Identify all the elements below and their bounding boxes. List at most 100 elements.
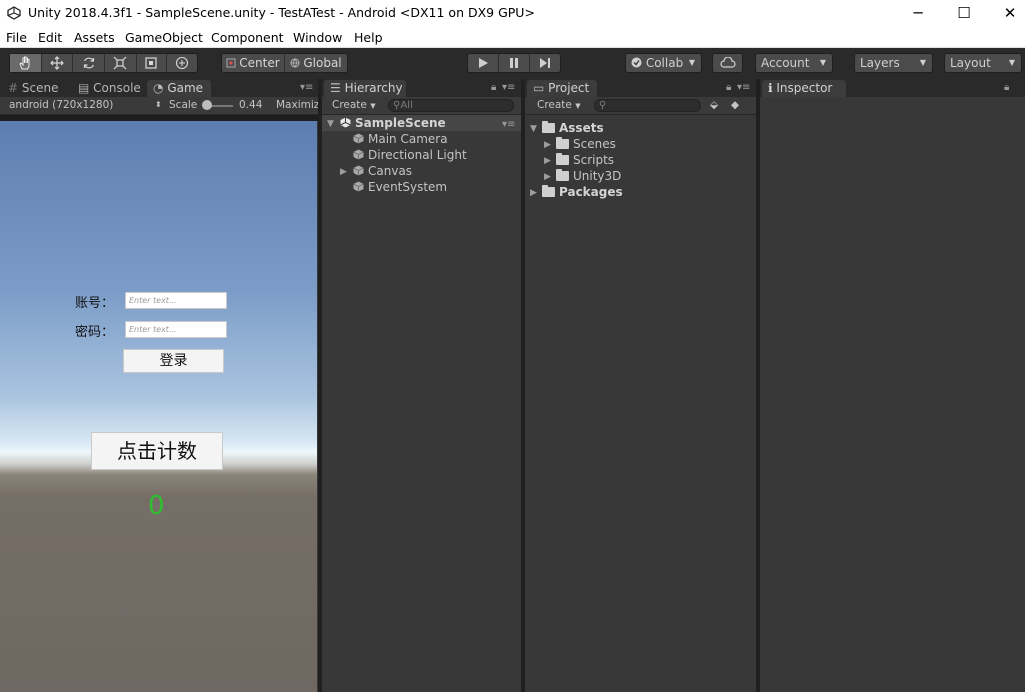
collapse-arrow-icon[interactable]: ▼ <box>530 124 537 134</box>
project-folder-scripts[interactable]: Scripts <box>556 152 614 168</box>
project-folder-assets[interactable]: Assets <box>542 120 604 136</box>
panel-menu-icon[interactable]: ▾≡ <box>300 82 313 93</box>
hierarchy-panel: ☰ Hierarchy 🔒︎ ▾≡ Create ▼ ⚲All ▼ Sample… <box>322 79 521 692</box>
expand-arrow-icon[interactable]: ▶ <box>530 188 537 198</box>
lock-icon[interactable]: 🔒︎ <box>1004 82 1009 93</box>
scale-tool-icon[interactable] <box>105 54 137 72</box>
resolution-dropdown[interactable]: android (720x1280) <box>9 99 113 111</box>
project-folder-packages[interactable]: Packages <box>542 184 623 200</box>
expand-arrow-icon[interactable]: ▶ <box>340 167 347 177</box>
move-tool-icon[interactable] <box>42 54 74 72</box>
item-label: Main Camera <box>368 132 448 146</box>
play-icon[interactable] <box>468 54 499 72</box>
close-button[interactable]: ✕ <box>987 0 1025 27</box>
transform-tools <box>9 53 198 73</box>
playback-controls <box>467 53 561 73</box>
dropdown-arrow-icon: ▼ <box>1008 58 1015 67</box>
login-button[interactable]: 登录 <box>123 349 224 373</box>
layout-label: Layout <box>950 56 991 70</box>
account-input[interactable]: Enter text... <box>125 292 227 309</box>
pause-icon[interactable] <box>499 54 530 72</box>
create-dropdown[interactable]: Create ▼ <box>332 99 376 111</box>
hierarchy-item-directional-light[interactable]: Directional Light <box>353 147 467 163</box>
tab-inspector[interactable]: ℹ Inspector <box>762 80 846 97</box>
rect-tool-icon[interactable] <box>137 54 168 72</box>
scene-menu-icon[interactable]: ▾≡ <box>502 119 515 130</box>
collab-dropdown[interactable]: Collab ▼ <box>625 53 702 73</box>
tab-hierarchy[interactable]: ☰ Hierarchy <box>324 80 406 97</box>
hierarchy-item-main-camera[interactable]: Main Camera <box>353 131 448 147</box>
create-dropdown[interactable]: Create ▼ <box>537 99 581 111</box>
menu-assets[interactable]: Assets <box>74 30 115 45</box>
dropdown-arrow-icon: ▼ <box>919 58 926 67</box>
folder-icon <box>542 185 555 197</box>
hierarchy-search-input[interactable]: ⚲All <box>388 99 514 112</box>
global-space-button[interactable]: Global <box>285 54 347 72</box>
folder-label: Scripts <box>573 153 615 167</box>
pivot-center-button[interactable]: Center <box>222 54 285 72</box>
menu-window[interactable]: Window <box>293 30 342 45</box>
maximize-on-play-toggle[interactable]: Maximiz <box>276 99 319 111</box>
account-dropdown[interactable]: Account ▼ <box>755 53 833 73</box>
folder-label: Packages <box>559 185 623 199</box>
menu-bar: File Edit Assets GameObject Component Wi… <box>0 27 1025 48</box>
window-title: Unity 2018.4.3f1 - SampleScene.unity - T… <box>28 5 535 20</box>
item-label: Canvas <box>368 164 413 178</box>
dropdown-arrow-icon: ▼ <box>575 102 581 110</box>
expand-arrow-icon[interactable]: ▶ <box>544 156 551 166</box>
lock-icon[interactable]: 🔒︎ <box>726 82 731 93</box>
menu-component[interactable]: Component <box>211 30 284 45</box>
panel-menu-icon[interactable]: ▾≡ <box>737 82 750 93</box>
count-button[interactable]: 点击计数 <box>91 432 223 470</box>
lock-icon[interactable]: 🔒︎ <box>491 82 496 93</box>
cloud-button[interactable] <box>712 53 743 73</box>
project-folder-scenes[interactable]: Scenes <box>556 136 616 152</box>
game-panel: # Scene ▤ Console ◔ Game ▾≡ android (720… <box>0 79 319 692</box>
layout-dropdown[interactable]: Layout ▼ <box>944 53 1022 73</box>
project-folder-unity3d[interactable]: Unity3D <box>556 168 621 184</box>
account-label: 账号： <box>75 296 115 311</box>
maximize-button[interactable]: ☐ <box>941 0 987 27</box>
tab-project[interactable]: ▭ Project <box>527 80 597 97</box>
project-tabs: ▭ Project 🔒︎ ▾≡ <box>525 79 756 97</box>
menu-help[interactable]: Help <box>354 30 383 45</box>
expand-arrow-icon[interactable]: ▶ <box>544 172 551 182</box>
filter-label-icon[interactable]: ◆ <box>731 99 739 111</box>
tab-scene[interactable]: # Scene <box>2 80 72 97</box>
project-search-input[interactable]: ⚲ <box>594 99 701 112</box>
menu-edit[interactable]: Edit <box>38 30 62 45</box>
create-label: Create <box>537 99 572 111</box>
pivot-icon <box>226 58 236 68</box>
folder-tab-icon: ▭ <box>533 81 545 95</box>
hierarchy-item-canvas[interactable]: Canvas <box>353 163 412 179</box>
tab-console-label: Console <box>93 81 141 95</box>
folder-label: Scenes <box>573 137 616 151</box>
gameobject-cube-icon <box>353 133 364 144</box>
dropdown-arrow-icon: ▼ <box>688 58 695 67</box>
menu-file[interactable]: File <box>6 30 27 45</box>
tab-game[interactable]: ◔ Game <box>147 80 211 97</box>
hand-tool-icon[interactable] <box>10 54 42 72</box>
scene-root-item[interactable]: SampleScene <box>340 115 446 131</box>
layers-dropdown[interactable]: Layers ▼ <box>854 53 933 73</box>
menu-gameobject[interactable]: GameObject <box>125 30 203 45</box>
expand-arrow-icon[interactable]: ▶ <box>544 140 551 150</box>
panel-menu-icon[interactable]: ▾≡ <box>502 82 515 93</box>
count-value: 0 <box>148 491 165 521</box>
collapse-arrow-icon[interactable]: ▼ <box>327 119 334 129</box>
collab-label: Collab <box>645 56 684 70</box>
hierarchy-item-eventsystem[interactable]: EventSystem <box>353 179 447 195</box>
filter-type-icon[interactable]: ⬙ <box>710 99 718 111</box>
tab-console[interactable]: ▤ Console <box>72 80 146 97</box>
info-icon: ℹ <box>768 81 773 95</box>
title-bar: Unity 2018.4.3f1 - SampleScene.unity - T… <box>0 0 1025 27</box>
scale-slider-thumb[interactable] <box>202 100 212 110</box>
rotate-tool-icon[interactable] <box>73 54 105 72</box>
game-view-options: android (720x1280) ⬍ Scale 0.44 Maximiz <box>0 97 319 115</box>
transform-tool-icon[interactable] <box>167 54 197 72</box>
step-icon[interactable] <box>530 54 560 72</box>
minimize-button[interactable]: ─ <box>895 0 941 27</box>
folder-icon <box>556 153 569 165</box>
password-input[interactable]: Enter text... <box>125 321 227 338</box>
main-toolbar: Center Global Collab ▼ Account ▼ Layers … <box>0 48 1025 79</box>
